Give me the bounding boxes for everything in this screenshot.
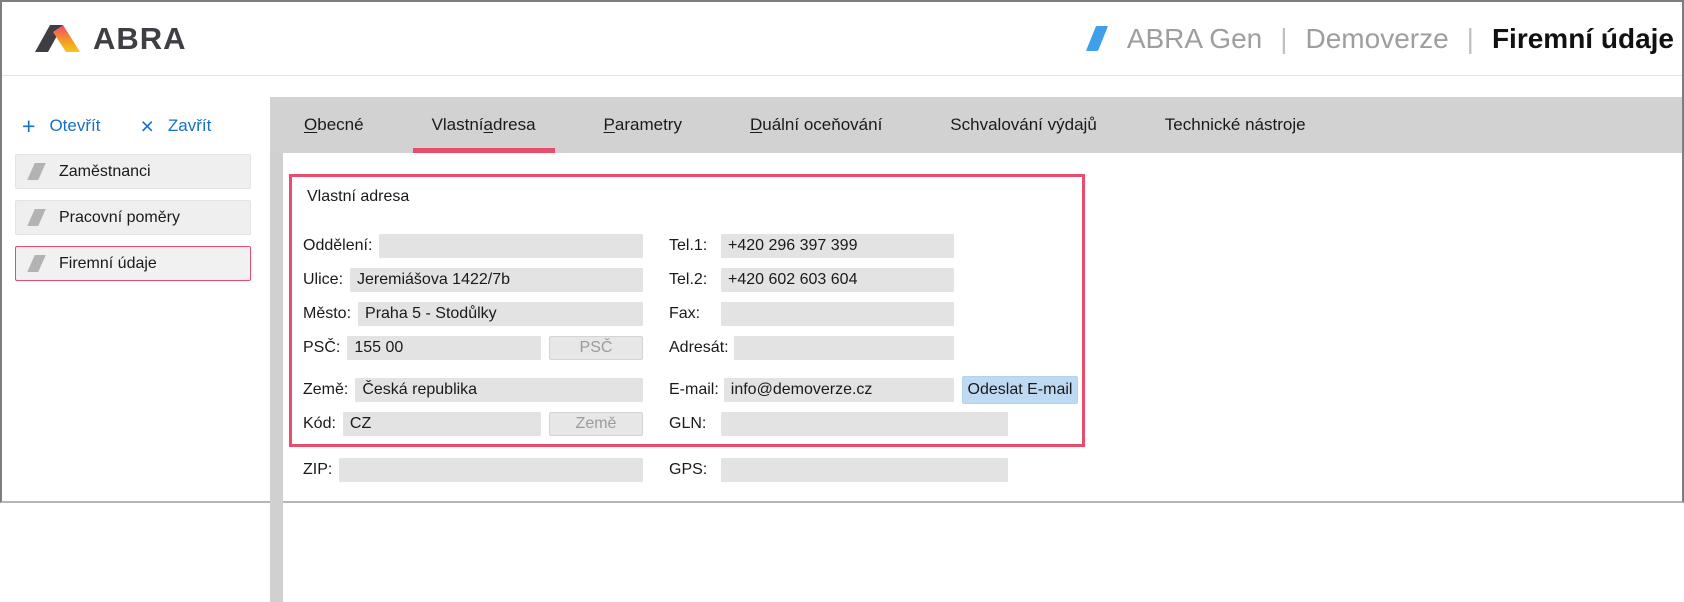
own-address-groupbox: Vlastní adresa Oddělení: Tel.1: +420 296 3… [289,174,1085,447]
field-input-ps[interactable]: 155 00 [347,336,541,360]
field-zem: Země: Česká republika [303,378,643,402]
field-label: PSČ: [303,339,340,357]
field-input-e-mail[interactable]: info@demoverze.cz [724,378,954,402]
sidebar: + Otevřít × Zavřít Zaměstnanci Pracovní pomě… [2,76,270,502]
form-row: Ulice: Jeremiášova 1422/7b Tel.2: +420 602 … [303,268,1082,292]
field-odd-len: Oddělení: [303,234,643,258]
slash-icon [27,209,46,226]
field-input-zem[interactable]: Česká republika [355,378,643,402]
field-adres-t: Adresát: [669,336,954,360]
splitter-rail[interactable] [270,97,283,602]
sidebar-action-zav-t[interactable]: × Zavřít [140,116,211,136]
slash-icon [27,255,46,272]
sidebar-item-label: Firemní údaje [59,255,157,273]
form-rows: Oddělení: Tel.1: +420 296 397 399 Ulice: Jer… [303,234,1082,436]
sidebar-actions: + Otevřít × Zavřít [2,114,270,138]
breadcrumb-environment: Demoverze [1306,23,1449,55]
field-input-m-sto[interactable]: Praha 5 - Stodůlky [358,302,643,326]
field-label: GLN: [669,415,716,433]
field-tel-2: Tel.2: +420 602 603 604 [669,268,954,292]
ps-button[interactable]: PSČ [549,336,643,360]
tab-schvalov-n-v-daj[interactable]: Schvalování výdajů [916,97,1130,153]
field-label: Ulice: [303,271,343,289]
content-area: + Otevřít × Zavřít Zaměstnanci Pracovní pomě… [2,76,1682,502]
field-ulice: Ulice: Jeremiášova 1422/7b [303,268,643,292]
field-label: Tel.1: [669,237,716,255]
breadcrumb-separator: | [1467,23,1474,55]
field-input-ulice[interactable]: Jeremiášova 1422/7b [350,268,643,292]
sidebar-action-otev-t[interactable]: + Otevřít [22,116,100,136]
form-row: Země: Česká republika E-mail: info@demoverz… [303,378,1082,402]
sidebar-item-zam-stnanci[interactable]: Zaměstnanci [15,154,251,189]
main-pane: ObecnéVlastní adresaParametryDuální oceň… [270,76,1682,502]
field-e-mail: E-mail: info@demoverze.cz Odeslat E-mail [669,378,1078,402]
field-input-tel-2[interactable]: +420 602 603 604 [721,268,954,292]
section-title: Vlastní adresa [303,188,1082,206]
tab-parametry[interactable]: Parametry [570,97,716,153]
blue-slash-icon [1086,26,1108,51]
field-label: Země: [303,381,348,399]
field-input-fax[interactable] [721,302,954,326]
breadcrumb-separator: | [1280,23,1287,55]
form-rows-outside: ZIP: GPS: [289,458,1682,482]
plus-icon: + [22,116,35,136]
field-tel-1: Tel.1: +420 296 397 399 [669,234,954,258]
form-row: Oddělení: Tel.1: +420 296 397 399 [303,234,1082,258]
field-input-zip[interactable] [339,458,643,482]
sidebar-item-firemn-daje[interactable]: Firemní údaje [15,246,251,281]
sidebar-items: Zaměstnanci Pracovní poměry Firemní údaje [2,154,270,281]
field-input-k-d[interactable]: CZ [343,412,541,436]
field-k-d: Kód: CZ Země [303,412,643,436]
field-label: Fax: [669,305,716,323]
field-label: E-mail: [669,381,719,399]
sidebar-item-label: Pracovní poměry [59,209,180,227]
slash-icon [27,163,46,180]
form-row: Kód: CZ Země GLN: [303,412,1082,436]
field-label: Město: [303,305,351,323]
abra-logo: ABRA [35,21,187,57]
field-m-sto: Město: Praha 5 - Stodůlky [303,302,643,326]
sidebar-item-pracovn-pom-ry[interactable]: Pracovní poměry [15,200,251,235]
odeslat-e-mail-button[interactable]: Odeslat E-mail [962,376,1078,404]
zem-button[interactable]: Země [549,412,643,436]
form-row: PSČ: 155 00 PSČ Adresát: [303,336,1082,360]
field-label: Tel.2: [669,271,716,289]
breadcrumb-app-name: ABRA Gen [1127,23,1262,55]
field-input-odd-len[interactable] [379,234,643,258]
field-fax: Fax: [669,302,954,326]
field-gln: GLN: [669,412,1008,436]
tab-vlastn-adresa[interactable]: Vlastní adresa [398,97,570,153]
close-icon: × [140,116,153,136]
form-area: Vlastní adresa Oddělení: Tel.1: +420 296 3… [289,174,1682,482]
field-input-tel-1[interactable]: +420 296 397 399 [721,234,954,258]
breadcrumb: ABRA Gen | Demoverze | Firemní údaje [1091,23,1674,55]
field-label: GPS: [669,461,716,479]
page-title: Firemní údaje [1492,23,1674,55]
sidebar-item-label: Zaměstnanci [59,163,151,181]
field-zip: ZIP: [303,458,643,482]
tab-du-ln-oce-ov-n[interactable]: Duální oceňování [716,97,916,153]
abra-logo-text: ABRA [93,21,187,57]
field-label: ZIP: [303,461,332,479]
abra-logo-icon [35,25,85,52]
field-input-adres-t[interactable] [734,336,954,360]
field-input-gps[interactable] [721,458,1008,482]
sidebar-action-label: Zavřít [168,116,211,136]
form-row: Město: Praha 5 - Stodůlky Fax: [303,302,1082,326]
app-header: ABRA ABRA Gen | Demoverze | Firemní údaj… [2,2,1682,76]
tab-obecn[interactable]: Obecné [270,97,398,153]
field-label: Oddělení: [303,237,372,255]
field-ps: PSČ: 155 00 PSČ [303,336,643,360]
sidebar-action-label: Otevřít [49,116,100,136]
tab-bar: ObecnéVlastní adresaParametryDuální oceň… [270,97,1682,153]
field-label: Kód: [303,415,336,433]
form-row: ZIP: GPS: [303,458,1682,482]
field-input-gln[interactable] [721,412,1008,436]
tab-technick-n-stroje[interactable]: Technické nástroje [1131,97,1340,153]
abra-app-window: { "header": { "logo_text": "ABRA", "app_… [0,0,1684,503]
field-gps: GPS: [669,458,1008,482]
field-label: Adresát: [669,339,729,357]
